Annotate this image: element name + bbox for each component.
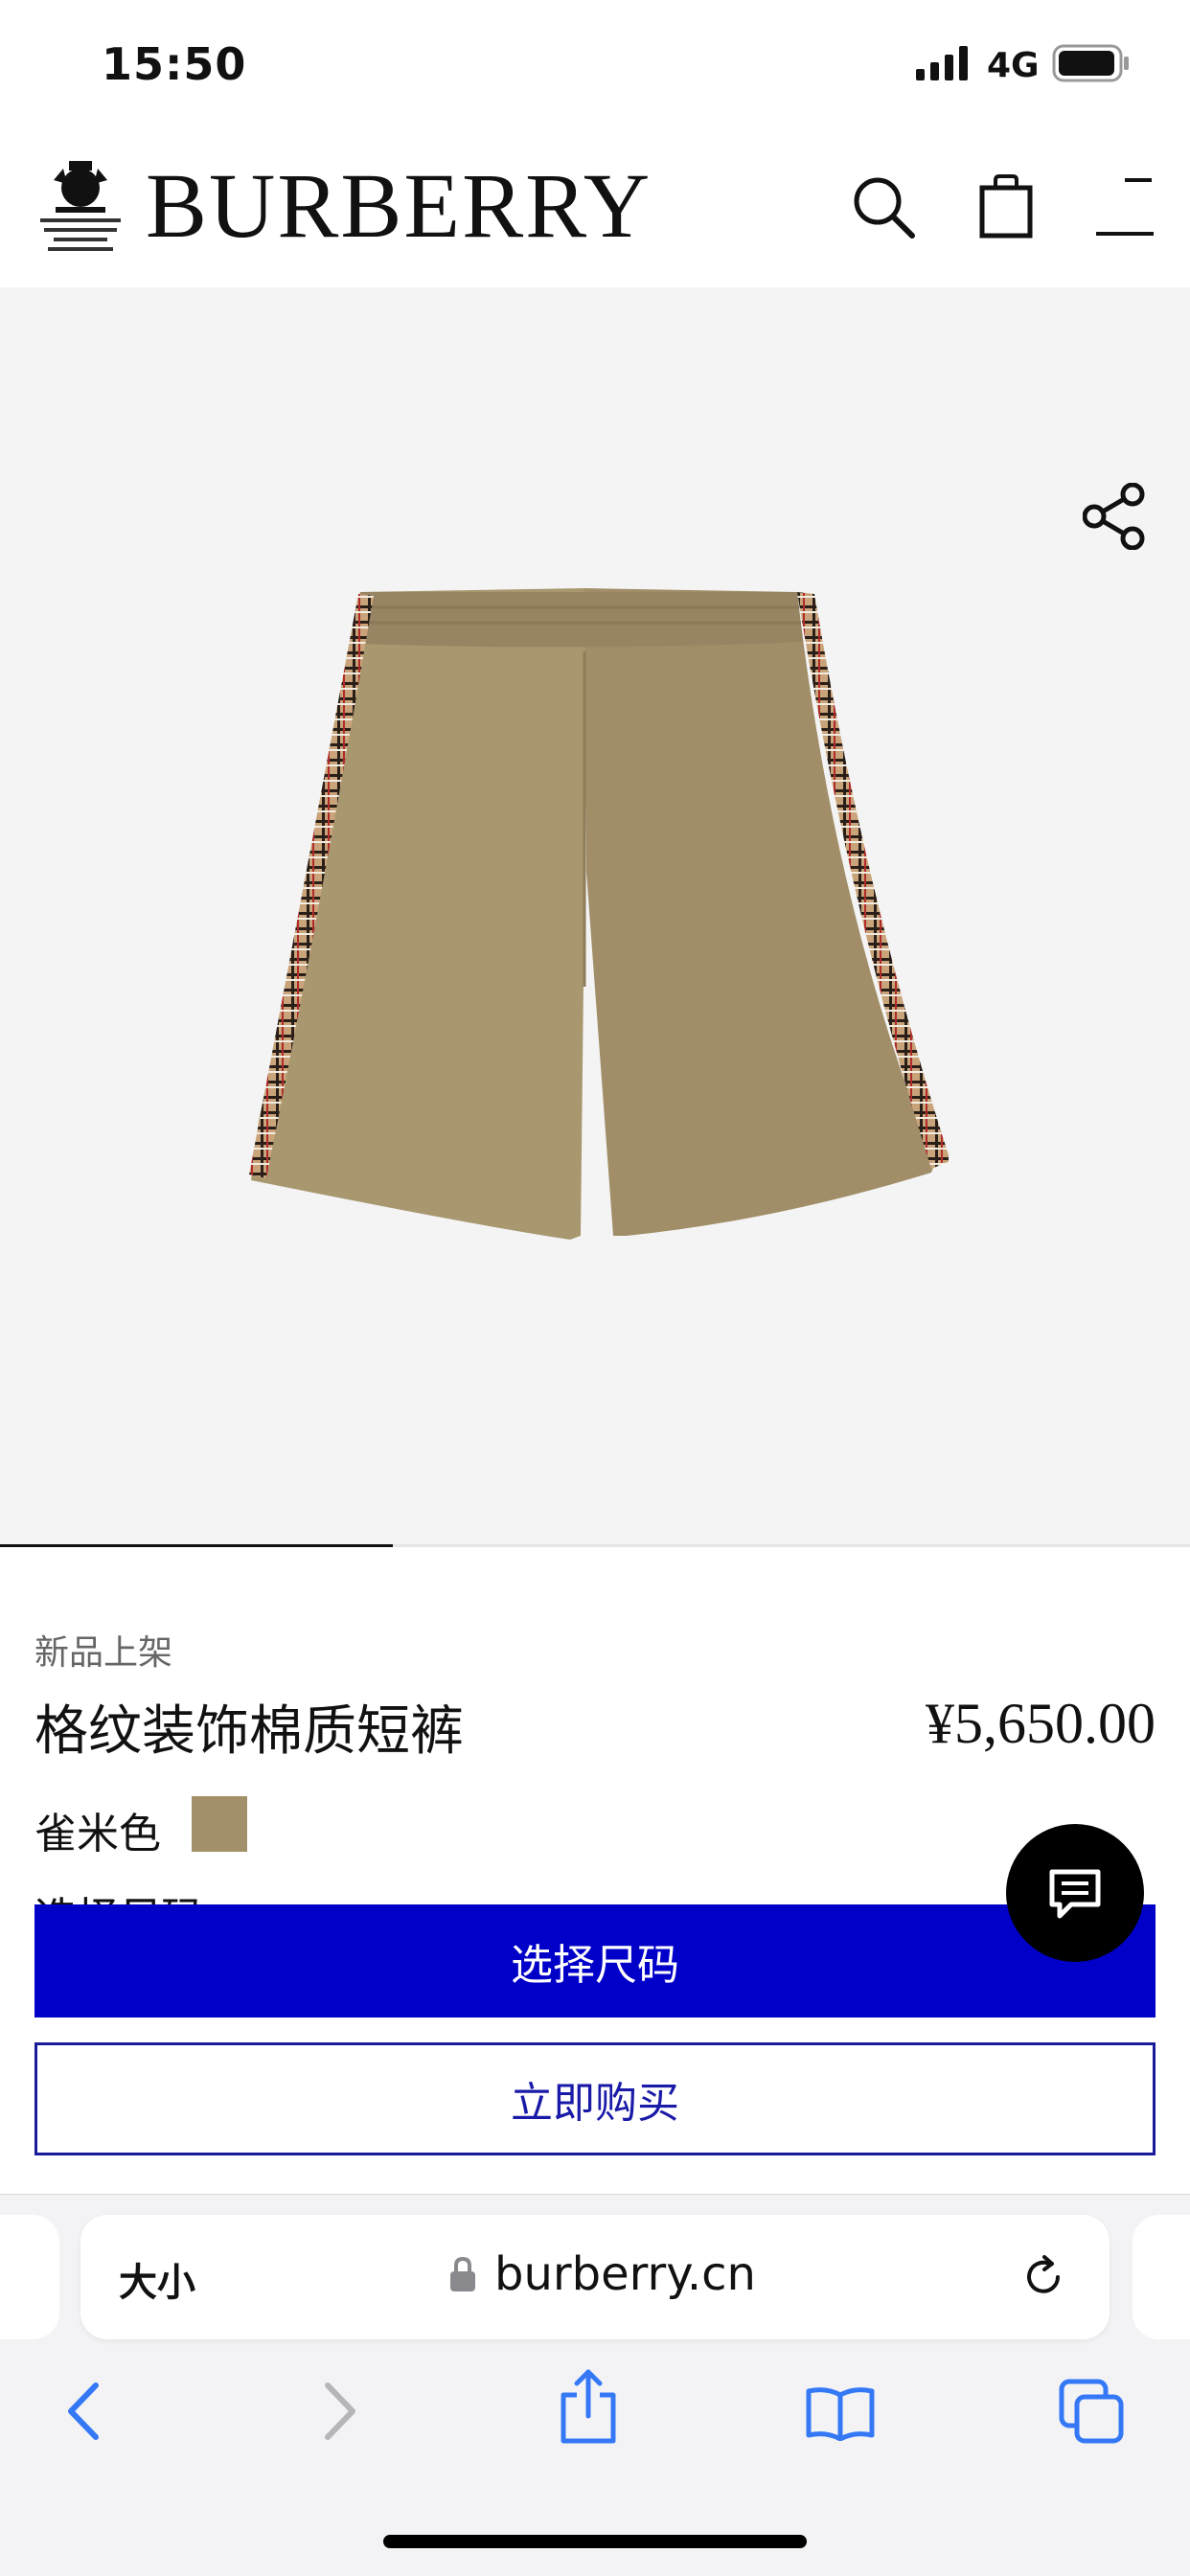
product-title: 格纹装饰棉质短裤 [34,1700,464,1763]
tabs-icon[interactable] [1058,2378,1125,2445]
lock-icon [450,2256,475,2291]
chat-icon [1049,1869,1101,1919]
bookmarks-icon[interactable] [805,2385,876,2441]
back-icon[interactable] [63,2382,102,2441]
product-price: ¥5,650.00 [926,1692,1156,1755]
select-size-button[interactable]: 选择尺码 [34,1904,1156,2017]
size-prompt-label: 选择尺码 [34,1883,203,1904]
new-arrival-tag: 新品上架 [34,1633,173,1673]
menu-icon[interactable] [1094,176,1156,238]
home-indicator [383,2535,807,2548]
text-size-button[interactable]: 大小 [119,2251,195,2307]
next-tab-preview[interactable] [1133,2215,1190,2339]
share-page-icon[interactable] [558,2368,619,2445]
network-type: 4G [987,46,1040,85]
color-name: 雀米色 [34,1810,161,1858]
gallery-progress-bar [0,1544,393,1547]
shopping-bag-icon[interactable] [977,172,1035,239]
chat-button[interactable] [1006,1824,1144,1962]
brand-logo[interactable]: BURBERRY [146,153,652,259]
status-time: 15:50 [102,38,247,90]
royal-warrant-crest [40,161,121,251]
color-swatch[interactable] [192,1796,247,1852]
signal-icon [916,46,968,80]
forward-icon[interactable] [322,2382,360,2441]
search-icon[interactable] [851,174,918,241]
buy-now-button[interactable]: 立即购买 [34,2042,1156,2155]
reload-icon[interactable] [1019,2253,1067,2301]
share-icon[interactable] [1083,483,1146,550]
previous-tab-preview[interactable] [0,2215,59,2339]
battery-icon [1052,44,1129,82]
product-image [249,588,949,1240]
url-text[interactable]: burberry.cn [494,2247,756,2301]
